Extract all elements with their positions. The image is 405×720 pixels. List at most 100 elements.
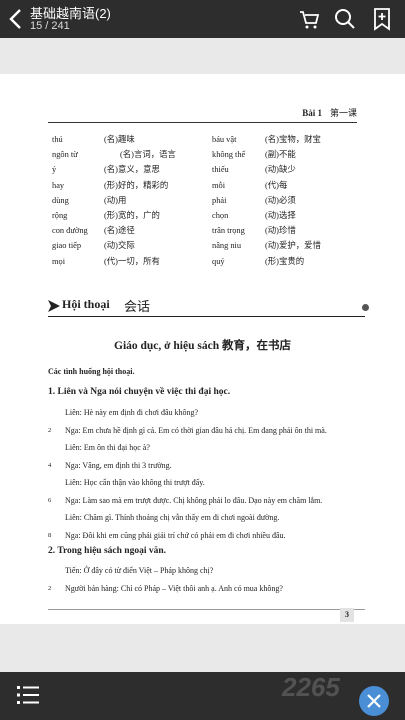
vocab-word: hay	[52, 180, 65, 190]
vocab-word: giao tiếp	[52, 241, 82, 251]
lesson-label: Bài 1	[302, 108, 322, 118]
back-arrow-icon[interactable]	[6, 7, 26, 31]
vocab-item: nâng niu (动)爱护，爱惜	[212, 238, 362, 253]
line-number: 4	[48, 461, 52, 469]
watermark-logo: 2265	[282, 672, 340, 702]
lesson-label-zh: 第一课	[329, 108, 357, 118]
section-heading: Hội thoại 会话	[48, 296, 369, 317]
vocab-meaning: (动)交际	[104, 241, 135, 251]
line-text: Người bán hàng: Chỉ có Pháp – Việt thôi …	[65, 583, 283, 593]
shopping-cart-icon[interactable]	[297, 7, 321, 31]
vocab-meaning: (名)途径	[104, 226, 135, 236]
vocab-item: hay (形)好的，精彩的	[52, 178, 212, 193]
page-indicator: 15 / 241	[30, 20, 70, 32]
page-footer-rule	[48, 609, 365, 610]
vocab-meaning: (动)选择	[265, 210, 296, 220]
vocab-word: quý	[212, 256, 225, 266]
vocab-item: dùng (动)用	[52, 193, 212, 208]
situations-label: Các tình huống hội thoại.	[48, 367, 135, 376]
vocab-word: mọi	[52, 256, 66, 266]
dialog-line: 2 Người bán hàng: Chỉ có Pháp – Việt thôi…	[48, 584, 378, 602]
line-text: Nga: Làm sao mà em trượt được. Chị không…	[65, 495, 323, 505]
line-number: 8	[48, 531, 52, 539]
vocab-meaning: (动)用	[104, 195, 127, 205]
vocab-meaning: (代)一切，所有	[104, 256, 160, 266]
bottom-bar	[0, 672, 405, 720]
vocab-word: ngôn từ	[52, 150, 78, 160]
vocab-item: báu vật (名)宝物，财宝	[212, 132, 362, 147]
vocab-word: dùng	[52, 195, 69, 205]
vocab-meaning: (形)宽的，广的	[104, 210, 160, 220]
vocab-word: trân trọng	[212, 226, 245, 236]
vocab-item: quý (形)宝贵的	[212, 254, 362, 269]
vocab-item: thiếu (动)缺少	[212, 162, 362, 177]
line-text: Liên: Học cẩn thận vào không thi trượt đ…	[65, 478, 205, 487]
line-number: 2	[48, 426, 52, 434]
vocab-meaning: (名)趣味	[104, 135, 135, 144]
vocab-word: ý	[52, 165, 57, 175]
vocab-item: ngôn từ (名)言词，语言	[52, 147, 212, 162]
vocab-word: mỗi	[212, 180, 226, 190]
vocab-item: con đường (名)途径	[52, 223, 212, 238]
dialog-line: 2 Nga: Em chưa hề định gì cả. Em có thời …	[48, 426, 378, 444]
situation-1-title: 1. Liên và Nga nói chuyện về việc thi đạ…	[48, 387, 231, 397]
line-text: Tiến: Ở đây có từ điển Việt – Pháp không…	[65, 566, 214, 575]
vocab-item: mọi (代)一切，所有	[52, 254, 212, 269]
line-text: Liên: Em ôn thi đại học à?	[65, 443, 150, 452]
vocab-word: nâng niu	[212, 241, 242, 251]
section-title-vi: Hội thoại	[62, 297, 110, 311]
vocab-meaning: (名)宝物，财宝	[265, 135, 321, 144]
vocab-word: thiếu	[212, 165, 229, 175]
close-icon	[367, 694, 381, 708]
line-text: Nga: Vâng, em định thi 3 trường.	[65, 460, 172, 470]
vocab-list-left: thú (名)趣味 ngôn từ (名)言词，语言 ý (名)意义，意思 hay (形…	[52, 132, 212, 269]
menu-icon[interactable]	[17, 685, 39, 705]
vocab-item: giao tiếp (动)交际	[52, 238, 212, 253]
lesson-title: Giáo dục, ở hiệu sách 教育，在书店	[114, 340, 291, 352]
top-bar: 基础越南语(2) 15 / 241	[0, 0, 405, 38]
vocab-item: thú (名)趣味	[52, 132, 212, 147]
vocab-word: con đường	[52, 226, 88, 236]
section-end-dot	[362, 304, 369, 311]
arrow-bullet-icon	[48, 300, 60, 312]
dialog-line: Liên: Học cẩn thận vào không thi trượt đ…	[48, 478, 378, 496]
line-text: Liên: Hè này em định đi chơi đâu không?	[65, 408, 199, 417]
vocab-meaning: (代)每	[265, 180, 288, 190]
line-number: 6	[48, 496, 52, 504]
dialog-2: Tiến: Ở đây có từ điển Việt – Pháp không…	[48, 566, 378, 601]
search-icon[interactable]	[333, 7, 357, 31]
vocab-item: chọn (动)选择	[212, 208, 362, 223]
dialog-line: Tiến: Ở đây có từ điển Việt – Pháp không…	[48, 566, 378, 584]
dialog-line: Liên: Hè này em định đi chơi đâu không?	[48, 408, 378, 426]
dialog-line: Liên: Em ôn thi đại học à?	[48, 443, 378, 461]
vocab-item: ý (名)意义，意思	[52, 162, 212, 177]
line-text: Nga: Đôi khi em cũng phải giải trí chứ c…	[65, 530, 286, 540]
vocab-meaning: (动)缺少	[265, 165, 296, 175]
vocab-word: rộng	[52, 210, 68, 220]
book-page: Bài 1 第一课 thú (名)趣味 ngôn từ (名)言词，语言 ý (名)意义…	[0, 74, 405, 624]
section-title-zh: 会话	[124, 299, 151, 314]
bookmark-add-icon[interactable]	[370, 7, 394, 31]
vocab-meaning: (动)爱护，爱惜	[265, 241, 321, 251]
vocab-meaning: (副)不能	[265, 150, 296, 160]
vocab-word: báu vật	[212, 135, 237, 144]
line-text: Nga: Em chưa hề định gì cả. Em có thời g…	[65, 425, 327, 435]
vocab-item: rộng (形)宽的，广的	[52, 208, 212, 223]
vocab-item: mỗi (代)每	[212, 178, 362, 193]
close-button[interactable]	[359, 686, 389, 716]
vocab-list-right: báu vật (名)宝物，财宝 không thể (副)不能 thiếu (动)缺…	[212, 132, 362, 269]
situation-2-title: 2. Trong hiệu sách ngoại văn.	[48, 546, 166, 556]
dialog-line: 6 Nga: Làm sao mà em trượt được. Chị khôn…	[48, 496, 378, 514]
page-number: 3	[340, 608, 354, 622]
vocab-word: phải	[212, 195, 227, 205]
line-number: 2	[48, 584, 52, 592]
vocab-meaning: (名)言词，语言	[120, 150, 176, 160]
vocab-meaning: (名)意义，意思	[104, 165, 160, 175]
vocab-item: không thể (副)不能	[212, 147, 362, 162]
vocab-word: chọn	[212, 210, 229, 220]
vocab-meaning: (动)必须	[265, 195, 296, 205]
dialog-1: Liên: Hè này em định đi chơi đâu không? …	[48, 408, 378, 548]
vocab-word: thú	[52, 135, 63, 144]
vocab-meaning: (动)珍惜	[265, 226, 296, 236]
vocab-meaning: (形)好的，精彩的	[104, 180, 169, 190]
